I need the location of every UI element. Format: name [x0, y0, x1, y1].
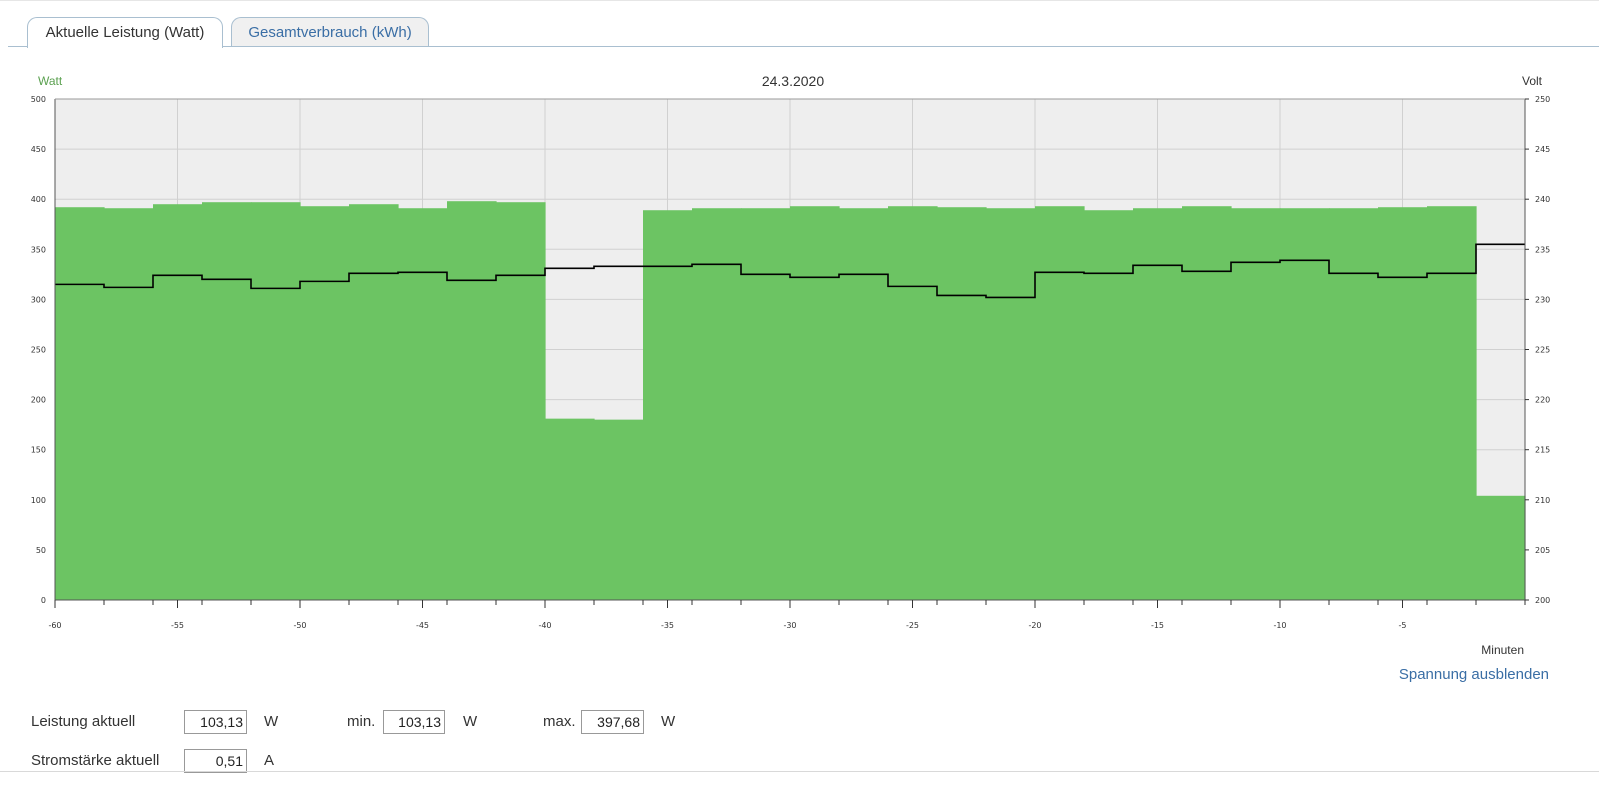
- power-step-bar: [790, 206, 840, 601]
- y-tick-label: 450: [31, 145, 46, 154]
- x-tick-label: -30: [783, 621, 796, 630]
- tab-current-power[interactable]: Aktuelle Leistung (Watt): [27, 17, 223, 48]
- power-step-bar: [202, 202, 252, 600]
- x-tick-label: -55: [171, 621, 184, 630]
- y-tick-label: 400: [31, 195, 46, 204]
- power-step-bar: [496, 202, 546, 600]
- power-min-unit: W: [463, 713, 478, 730]
- tab-total-consumption[interactable]: Gesamtverbrauch (kWh): [231, 17, 429, 46]
- tab-bar-baseline: [8, 46, 1599, 47]
- power-step-bar: [1280, 208, 1330, 600]
- power-min-label: min.: [347, 713, 376, 730]
- y-tick-label: 200: [31, 396, 46, 405]
- y2-tick-label: 250: [1535, 95, 1550, 104]
- y2-tick-label: 215: [1535, 446, 1550, 455]
- power-step-bar: [349, 204, 399, 600]
- power-current-value: 103,13: [184, 710, 247, 734]
- power-step-bar: [1378, 207, 1428, 600]
- y-tick-label: 0: [41, 596, 46, 605]
- x-tick-label: -40: [538, 621, 551, 630]
- power-step-bar: [447, 201, 497, 601]
- current-unit: A: [264, 752, 275, 769]
- x-tick-label: -15: [1151, 621, 1164, 630]
- x-tick-label: -10: [1273, 621, 1286, 630]
- y2-tick-label: 235: [1535, 245, 1550, 254]
- current-value: 0,51: [184, 749, 247, 773]
- power-step-bar: [300, 206, 350, 601]
- power-step-bar: [1035, 206, 1085, 601]
- x-tick-label: -50: [293, 621, 306, 630]
- y-tick-label: 350: [31, 245, 46, 254]
- current-label: Stromstärke aktuell: [31, 752, 160, 769]
- power-step-bar: [1182, 206, 1232, 601]
- y2-tick-label: 205: [1535, 546, 1550, 555]
- power-step-bar: [741, 208, 791, 600]
- power-step-bar: [1133, 208, 1183, 600]
- bottom-divider: [0, 771, 1599, 772]
- power-step-bar: [1084, 210, 1134, 601]
- power-step-bar: [545, 418, 595, 600]
- y2-tick-label: 230: [1535, 295, 1550, 304]
- tab-bar: Aktuelle Leistung (Watt) Gesamtverbrauch…: [0, 0, 1599, 48]
- power-min-value: 103,13: [383, 710, 445, 734]
- y2-tick-label: 220: [1535, 396, 1550, 405]
- y-tick-label: 300: [31, 295, 46, 304]
- power-chart: 0 50 100 150 200 250 300 350 400 450 500 200 205 210 2…: [0, 60, 1599, 660]
- x-tick-label: -5: [1399, 621, 1407, 630]
- power-step-bar: [888, 206, 938, 601]
- x-tick-label: -35: [661, 621, 674, 630]
- power-step-bar: [1231, 208, 1281, 600]
- power-step-bar: [1427, 206, 1477, 601]
- power-step-bar: [839, 208, 889, 600]
- x-tick-label: -20: [1028, 621, 1041, 630]
- y-tick-label: 250: [31, 346, 46, 355]
- left-axis-title: Watt: [38, 74, 63, 88]
- y2-tick-label: 245: [1535, 145, 1550, 154]
- y-tick-label: 500: [31, 95, 46, 104]
- power-chart-svg: 0 50 100 150 200 250 300 350 400 450 500 200 205 210 2…: [31, 73, 1551, 657]
- power-max-unit: W: [661, 713, 676, 730]
- power-step-bar: [1476, 495, 1526, 600]
- power-current-unit: W: [264, 713, 279, 730]
- y-tick-label: 50: [36, 546, 46, 555]
- y2-tick-label: 200: [1535, 596, 1550, 605]
- y2-tick-label: 240: [1535, 195, 1550, 204]
- x-tick-label: -25: [906, 621, 919, 630]
- y-tick-label: 100: [31, 496, 46, 505]
- power-step-bar: [153, 204, 203, 600]
- power-step-bar: [643, 210, 693, 601]
- power-step-bar: [594, 419, 644, 600]
- chart-title: 24.3.2020: [762, 73, 824, 89]
- power-step-bar: [986, 208, 1036, 600]
- x-tick-label: -45: [416, 621, 429, 630]
- power-step-bar: [55, 207, 105, 600]
- power-step-bar: [398, 208, 448, 600]
- power-max-label: max.: [543, 713, 576, 730]
- power-current-label: Leistung aktuell: [31, 713, 136, 730]
- power-step-bar: [937, 207, 987, 600]
- x-tick-label: -60: [48, 621, 61, 630]
- hide-voltage-link[interactable]: Spannung ausblenden: [1340, 666, 1549, 683]
- power-step-bar: [1329, 208, 1379, 600]
- y2-tick-label: 225: [1535, 346, 1550, 355]
- right-axis-title: Volt: [1522, 74, 1543, 88]
- y-tick-label: 150: [31, 446, 46, 455]
- power-step-bar: [692, 208, 742, 600]
- x-axis-title: Minuten: [1481, 643, 1524, 657]
- power-max-value: 397,68: [581, 710, 644, 734]
- y2-tick-label: 210: [1535, 496, 1550, 505]
- power-step-bar: [104, 208, 154, 600]
- power-step-bar: [251, 202, 301, 600]
